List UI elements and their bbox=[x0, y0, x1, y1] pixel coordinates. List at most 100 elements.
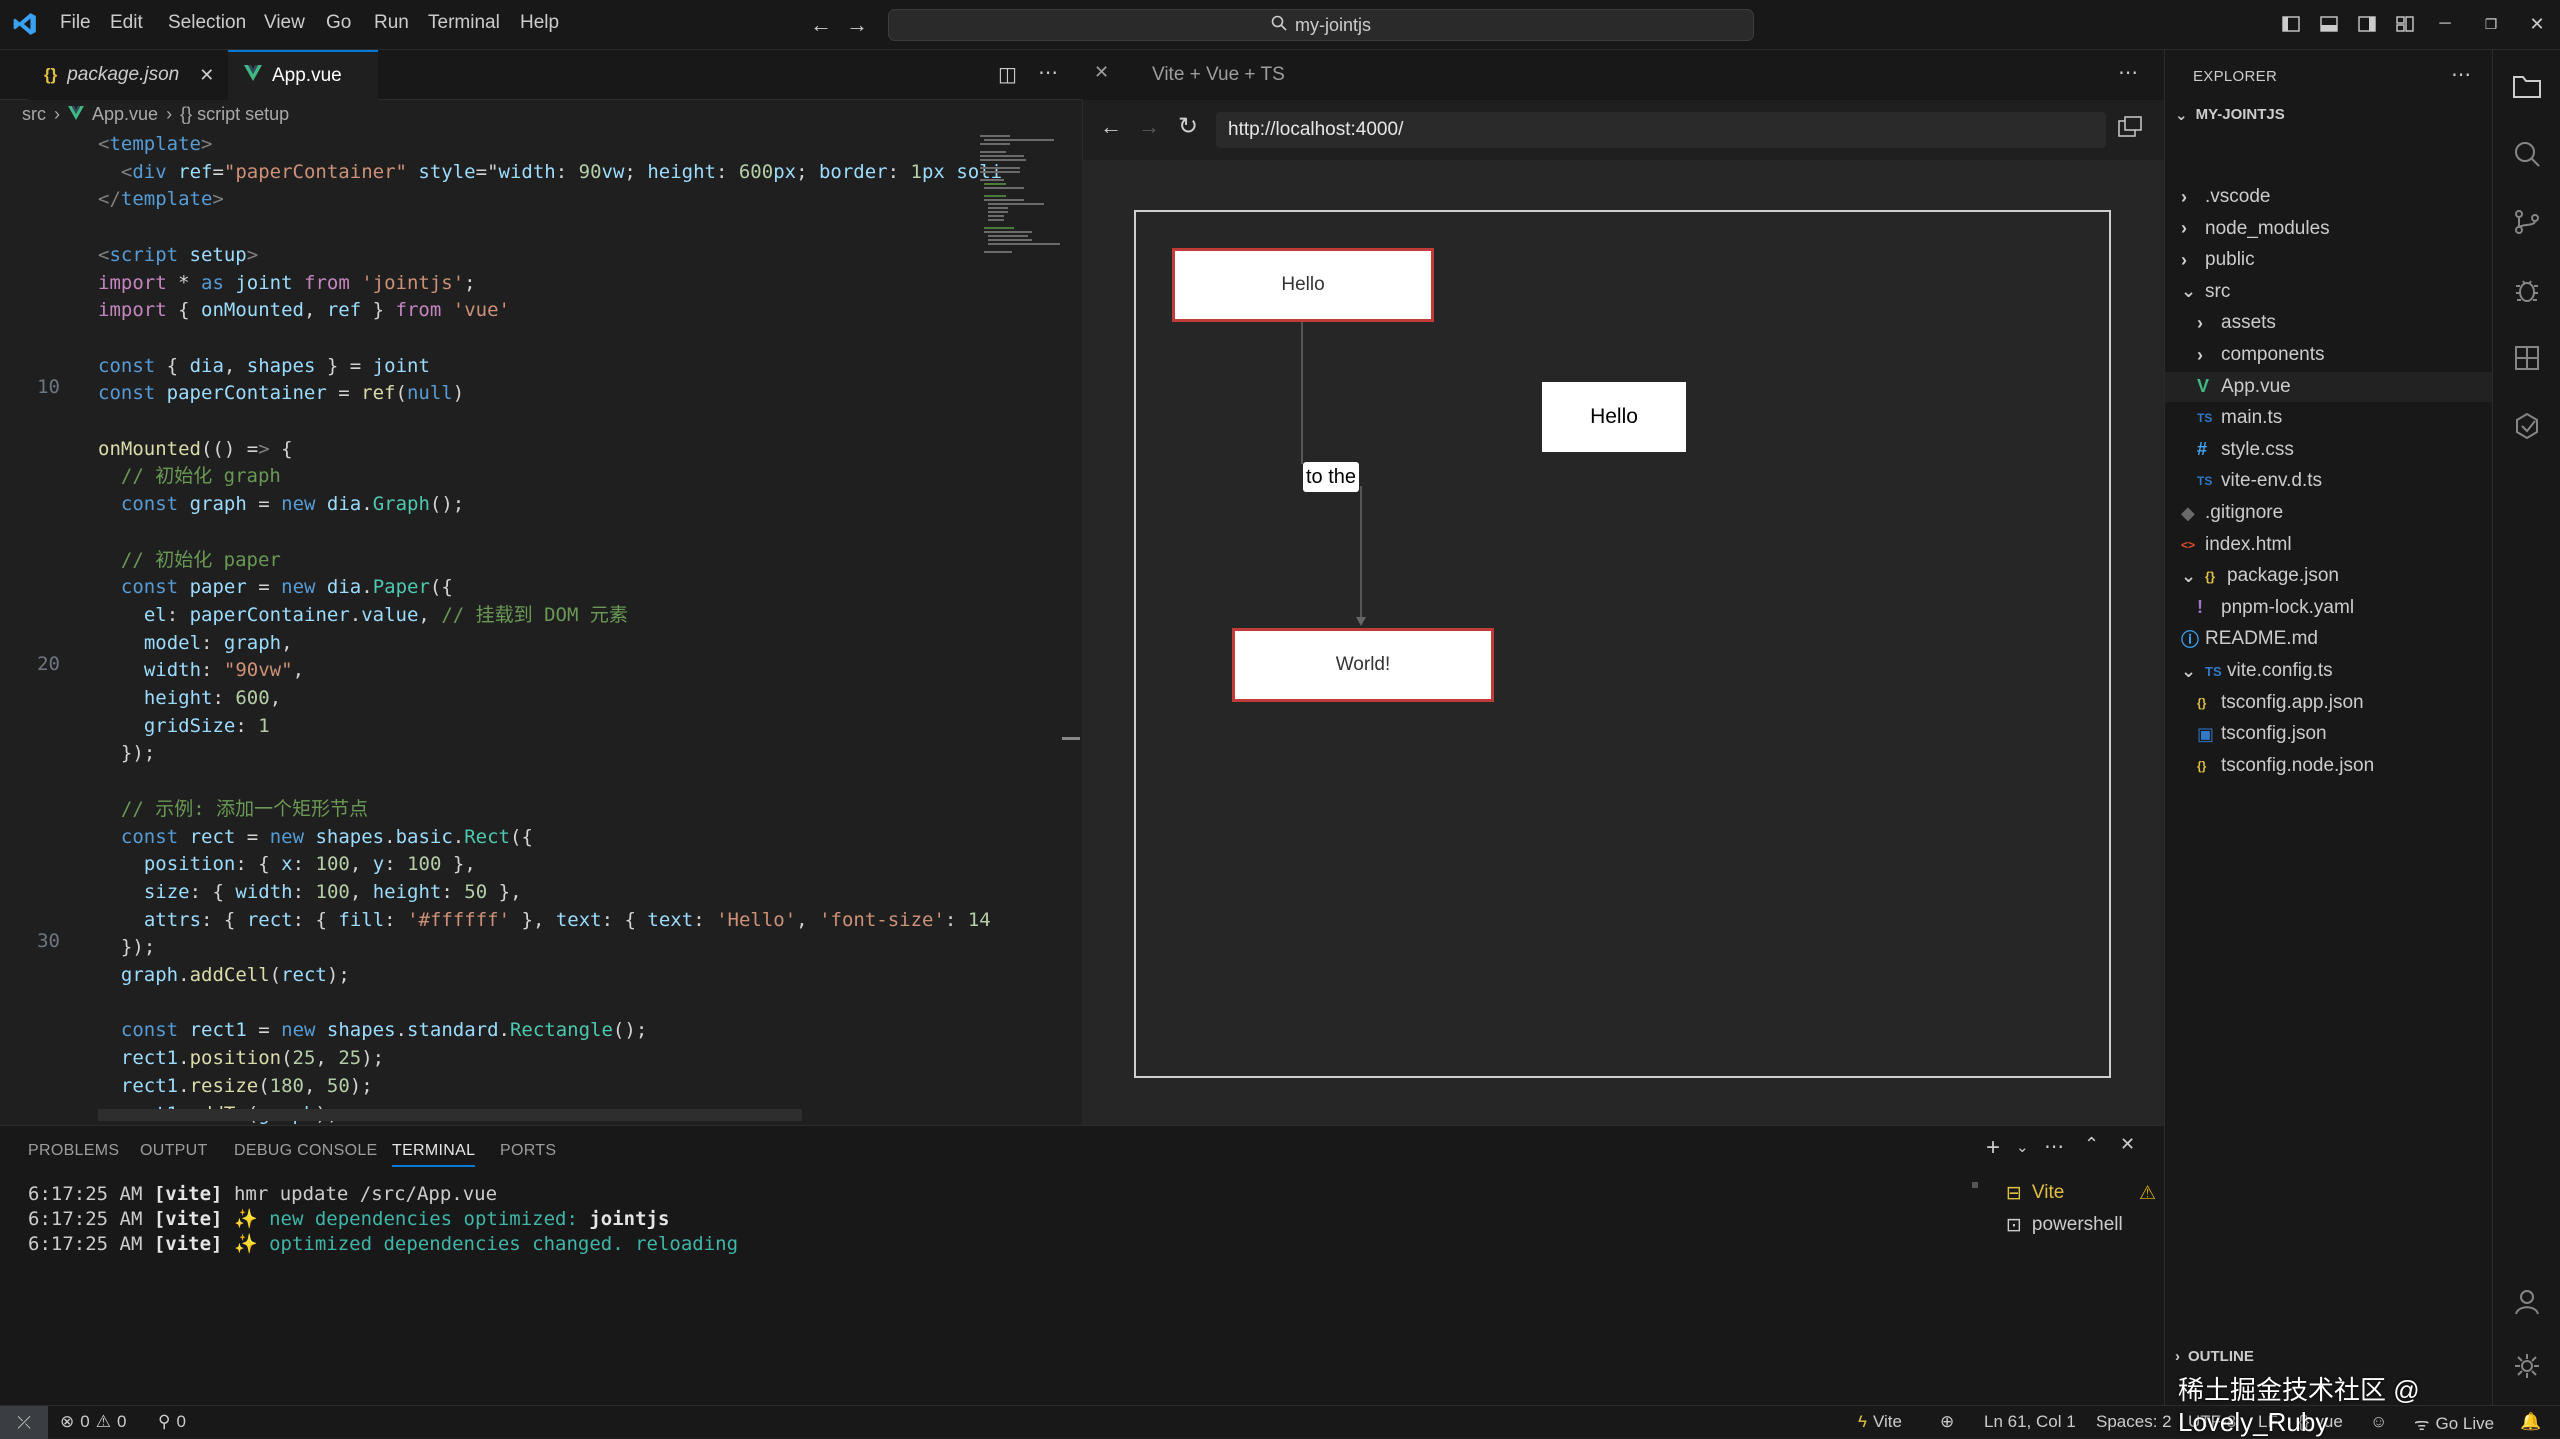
node-hello-2[interactable]: Hello bbox=[1542, 382, 1686, 452]
terminal-item-vite[interactable]: ⊟ Vite ⚠ bbox=[2006, 1178, 2156, 1208]
jointjs-paper[interactable]: Hello Hello to the World! bbox=[1134, 210, 2111, 1078]
file-item-src[interactable]: ⌄ src bbox=[2165, 277, 2493, 307]
ts-file-icon: TS bbox=[2197, 411, 2213, 426]
terminal-scrollbar[interactable] bbox=[1972, 1182, 1978, 1188]
node-world[interactable]: World! bbox=[1232, 628, 1494, 702]
browser-back-icon[interactable]: ← bbox=[1100, 114, 1122, 140]
minimize-icon[interactable]: ─ bbox=[2432, 11, 2458, 37]
vite-status[interactable]: ϟ Vite bbox=[1858, 1412, 1902, 1432]
menu-selection[interactable]: Selection bbox=[168, 12, 246, 34]
menu-terminal[interactable]: Terminal bbox=[428, 12, 500, 34]
remote-indicator-icon[interactable]: ⤫ bbox=[0, 1406, 48, 1439]
customize-layout-icon[interactable] bbox=[2392, 11, 2418, 37]
vertical-scrollbar-thumb[interactable] bbox=[1062, 737, 1080, 740]
more-actions-icon[interactable]: ⋯ bbox=[2118, 60, 2138, 85]
line-number: 10 bbox=[37, 376, 60, 398]
file-item-vite-env-d-ts[interactable]: TS vite-env.d.ts bbox=[2165, 466, 2493, 496]
menu-run[interactable]: Run bbox=[374, 12, 409, 34]
menu-edit[interactable]: Edit bbox=[110, 12, 143, 34]
file-item-style-css[interactable]: # style.css bbox=[2165, 435, 2493, 465]
file-item-pnpm-lock-yaml[interactable]: ! pnpm-lock.yaml bbox=[2165, 593, 2493, 623]
toggle-panel-icon[interactable] bbox=[2316, 11, 2342, 37]
nav-back-icon[interactable]: ← bbox=[810, 12, 832, 38]
close-tab-icon[interactable]: ✕ bbox=[199, 65, 214, 86]
breadcrumb: src › App.vue › {} script setup bbox=[22, 104, 289, 125]
panel-tab-output[interactable]: OUTPUT bbox=[140, 1142, 208, 1160]
menu-go[interactable]: Go bbox=[326, 12, 351, 34]
terminal-item-powershell[interactable]: ⊡ powershell bbox=[2006, 1210, 2123, 1240]
panel-tab-ports[interactable]: PORTS bbox=[500, 1142, 556, 1160]
reload-icon[interactable]: ↻ bbox=[1178, 112, 1198, 141]
file-item-tsconfig-app-json[interactable]: {} tsconfig.app.json bbox=[2165, 688, 2493, 718]
remote-explorer-icon[interactable] bbox=[2507, 406, 2547, 446]
close-tab-icon[interactable]: ✕ bbox=[1094, 62, 1109, 83]
code-editor[interactable]: 10 20 30 <template> <div ref="paperConta… bbox=[0, 133, 1082, 1125]
source-control-icon[interactable] bbox=[2507, 202, 2547, 242]
file-item--gitignore[interactable]: ◆ .gitignore bbox=[2165, 498, 2493, 528]
file-item-index-html[interactable]: <> index.html bbox=[2165, 530, 2493, 560]
terminal-tag: [vite] bbox=[153, 1233, 223, 1255]
toggle-secondary-sidebar-icon[interactable] bbox=[2354, 11, 2380, 37]
workspace-root[interactable]: ⌄ MY-JOINTJS bbox=[2175, 106, 2285, 124]
horizontal-scrollbar[interactable] bbox=[98, 1109, 802, 1121]
ports-count: 0 bbox=[176, 1412, 186, 1431]
breadcrumb-script-setup[interactable]: {} script setup bbox=[180, 104, 289, 125]
node-hello-1[interactable]: Hello bbox=[1172, 248, 1434, 322]
panel-tab-problems[interactable]: PROBLEMS bbox=[28, 1142, 119, 1160]
menu-help[interactable]: Help bbox=[520, 12, 559, 34]
ports-status[interactable]: ⚲ 0 bbox=[158, 1412, 186, 1432]
more-actions-icon[interactable]: ⋯ bbox=[2451, 62, 2471, 87]
file-item-app-vue[interactable]: V App.vue bbox=[2165, 371, 2493, 402]
split-editor-icon[interactable]: ◫ bbox=[998, 62, 1017, 87]
run-debug-icon[interactable] bbox=[2507, 270, 2547, 310]
search-icon bbox=[1271, 15, 1287, 36]
file-item-components[interactable]: › components bbox=[2165, 340, 2493, 370]
tab-package-json[interactable]: {} package.json ✕ bbox=[28, 50, 228, 100]
file-item-assets[interactable]: › assets bbox=[2165, 308, 2493, 338]
tab-app-vue[interactable]: App.vue bbox=[228, 50, 378, 100]
close-panel-icon[interactable]: ✕ bbox=[2120, 1134, 2135, 1155]
zoom-icon[interactable]: ⊕ bbox=[1940, 1412, 1954, 1432]
menu-view[interactable]: View bbox=[264, 12, 305, 34]
search-icon[interactable] bbox=[2507, 134, 2547, 174]
file-item-package-json[interactable]: ⌄ {} package.json bbox=[2165, 561, 2493, 591]
panel-tab-terminal[interactable]: TERMINAL bbox=[392, 1142, 476, 1167]
browser-forward-icon[interactable]: → bbox=[1138, 114, 1160, 140]
maximize-panel-icon[interactable]: ⌃ bbox=[2084, 1134, 2099, 1155]
extensions-icon[interactable] bbox=[2507, 338, 2547, 378]
file-item-readme-md[interactable]: ⓘ README.md bbox=[2165, 624, 2493, 654]
vue-file-icon bbox=[244, 65, 262, 87]
cursor-position[interactable]: Ln 61, Col 1 bbox=[1984, 1412, 2076, 1432]
outline-section[interactable]: › OUTLINE bbox=[2175, 1348, 2254, 1365]
breadcrumb-src[interactable]: src bbox=[22, 104, 46, 125]
file-label: vite-env.d.ts bbox=[2221, 470, 2323, 492]
nav-forward-icon[interactable]: → bbox=[846, 12, 868, 38]
file-item-vite-config-ts[interactable]: ⌄ TS vite.config.ts bbox=[2165, 656, 2493, 686]
more-actions-icon[interactable]: ⋯ bbox=[2044, 1134, 2064, 1159]
file-item--vscode[interactable]: › .vscode bbox=[2165, 182, 2493, 212]
url-input[interactable]: http://localhost:4000/ bbox=[1216, 112, 2106, 148]
file-item-public[interactable]: › public bbox=[2165, 245, 2493, 275]
problems-status[interactable]: ⊗ 0 ⚠ 0 bbox=[60, 1412, 126, 1432]
open-in-browser-icon[interactable] bbox=[2118, 116, 2142, 144]
file-item-main-ts[interactable]: TS main.ts bbox=[2165, 403, 2493, 433]
more-actions-icon[interactable]: ⋯ bbox=[1038, 60, 1058, 85]
browser-tab-title[interactable]: Vite + Vue + TS bbox=[1152, 64, 1285, 86]
accounts-icon[interactable] bbox=[2507, 1282, 2547, 1322]
panel-tab-debug-console[interactable]: DEBUG CONSOLE bbox=[234, 1142, 378, 1160]
toggle-primary-sidebar-icon[interactable] bbox=[2278, 11, 2304, 37]
breadcrumb-app-vue[interactable]: App.vue bbox=[92, 104, 158, 125]
link-label[interactable]: to the bbox=[1303, 462, 1359, 492]
file-item-tsconfig-json[interactable]: ▣ tsconfig.json bbox=[2165, 719, 2493, 749]
indentation[interactable]: Spaces: 2 bbox=[2096, 1412, 2172, 1432]
new-terminal-icon[interactable]: + bbox=[1986, 1134, 2000, 1162]
chevron-down-icon[interactable]: ⌄ bbox=[2016, 1138, 2029, 1156]
minimap[interactable] bbox=[978, 133, 1062, 258]
command-center-search[interactable]: my-jointjs bbox=[888, 9, 1754, 41]
menu-file[interactable]: File bbox=[60, 12, 91, 34]
file-item-node-modules[interactable]: › node_modules bbox=[2165, 214, 2493, 244]
close-window-icon[interactable]: ✕ bbox=[2524, 11, 2550, 37]
restore-icon[interactable]: ❐ bbox=[2478, 11, 2504, 37]
files-icon[interactable] bbox=[2507, 66, 2547, 106]
file-item-tsconfig-node-json[interactable]: {} tsconfig.node.json bbox=[2165, 751, 2493, 781]
